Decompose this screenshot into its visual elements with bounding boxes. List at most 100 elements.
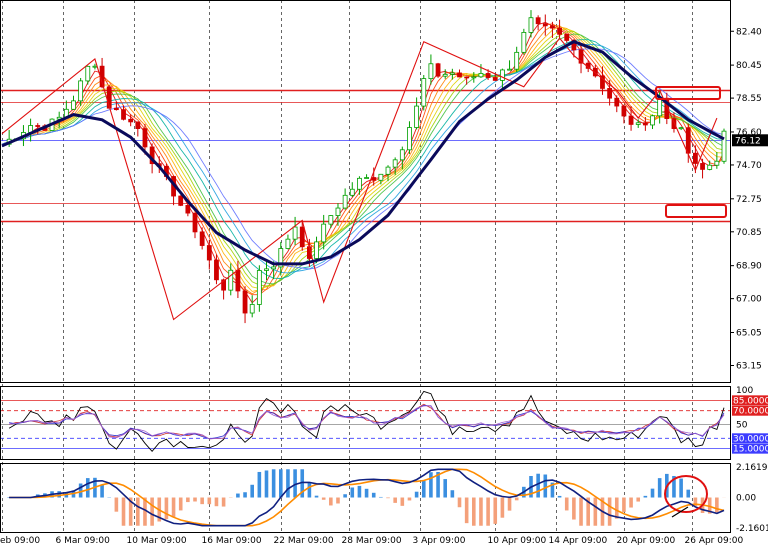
candle-body	[428, 63, 434, 79]
candle-body	[485, 73, 491, 78]
osc-tick-label: 50	[736, 421, 748, 431]
macd-histogram-bar	[472, 497, 476, 526]
macd-histogram-bar	[379, 496, 383, 498]
x-tick-label: eb 09:00	[0, 536, 40, 546]
macd-histogram-bar	[443, 479, 448, 498]
macd-histogram-bar	[614, 497, 619, 519]
candle-body	[371, 177, 377, 181]
candle-body	[693, 152, 698, 164]
candle-body	[192, 212, 198, 233]
osc-level-label: 85.0000	[733, 396, 768, 406]
candle-body	[178, 195, 184, 206]
candle-body	[242, 290, 248, 314]
macd-histogram-bar	[178, 497, 183, 511]
candle-body	[650, 115, 655, 126]
candle-body	[628, 115, 634, 125]
macd-histogram-bar	[543, 474, 548, 498]
macd-histogram-bar	[121, 497, 126, 526]
candle-body	[478, 73, 484, 78]
macd-tick-label: 0.00	[736, 494, 756, 504]
ma-ribbon-line	[1, 43, 725, 274]
macd-histogram-bar	[486, 497, 490, 526]
candle-body	[621, 105, 627, 117]
candle-body	[378, 173, 384, 181]
macd-tick-label: -2.1601	[736, 524, 768, 534]
candle-body	[256, 270, 262, 305]
macd-histogram-bar	[264, 470, 269, 498]
macd-histogram-bar	[479, 497, 483, 526]
chart-canvas: 10085.000070.0000 50 30.000015.0000 2.1619…	[0, 0, 768, 546]
candle-body	[335, 207, 341, 216]
macd-histogram-bar	[457, 497, 462, 508]
candle-body	[714, 160, 720, 166]
candle-body	[357, 177, 362, 190]
macd-histogram-bar	[557, 495, 562, 498]
macd-histogram-bar	[221, 497, 226, 507]
candle-body	[71, 100, 76, 110]
macd-histogram-bar	[686, 489, 691, 498]
candle-body	[92, 65, 98, 68]
macd-histogram-bar	[429, 472, 433, 498]
macd-histogram-bar	[150, 497, 154, 526]
highlight-circle	[664, 475, 708, 513]
candle-body	[206, 245, 212, 261]
candle-body	[342, 194, 348, 209]
y-tick-label: 63.15	[736, 362, 762, 372]
macd-histogram-bar	[236, 493, 240, 498]
macd-histogram-bar	[214, 497, 219, 507]
highlight-box-lower	[665, 204, 727, 218]
candle-body	[128, 118, 134, 123]
macd-histogram-bar	[572, 497, 576, 520]
y-tick-label: 80.45	[736, 61, 762, 71]
candle-body	[685, 127, 691, 154]
candle-body	[614, 97, 620, 107]
macd-panel: 2.1619 0.00 -2.1601	[7, 463, 768, 534]
macd-histogram-bar	[343, 494, 347, 498]
macd-histogram-bar	[286, 469, 290, 498]
ma-ribbon-line	[1, 26, 725, 292]
macd-histogram-bar	[314, 495, 319, 498]
x-tick-label: 3 Apr 09:00	[413, 536, 466, 546]
macd-histogram-bar	[257, 471, 262, 498]
candle-body	[407, 127, 412, 151]
y-tick-label: 82.40	[736, 27, 762, 37]
x-tick-label: 14 Apr 09:00	[549, 536, 608, 546]
macd-histogram-bar	[622, 497, 626, 512]
macd-histogram-bar	[171, 497, 176, 518]
x-tick-label: 6 Mar 09:00	[56, 536, 111, 546]
macd-histogram-bar	[536, 473, 540, 498]
candle-body	[414, 105, 420, 128]
candle-body	[635, 122, 641, 125]
candle-body	[442, 73, 448, 77]
ma-ribbon-line	[1, 33, 725, 285]
macd-histogram-bar	[507, 497, 512, 511]
candle-body	[550, 25, 555, 29]
candle-body	[657, 97, 663, 117]
candle-body	[507, 68, 512, 71]
macd-histogram-bar	[307, 482, 312, 498]
macd-histogram-bar	[336, 497, 340, 504]
candle-body	[364, 177, 369, 179]
macd-histogram-bar	[636, 497, 641, 502]
macd-histogram-bar	[364, 488, 369, 498]
macd-histogram-bar	[193, 497, 197, 502]
macd-histogram-bar	[100, 484, 104, 498]
x-tick-label: 10 Mar 09:00	[127, 536, 187, 546]
osc-level-label: 15.0000	[733, 445, 768, 455]
macd-histogram-bar	[357, 485, 362, 498]
candle-body	[521, 32, 527, 53]
macd-histogram-bar	[414, 491, 419, 498]
macd-histogram-bar	[450, 490, 455, 498]
candle-body	[721, 130, 727, 162]
candle-body	[607, 88, 613, 99]
candle-body	[678, 127, 684, 130]
macd-histogram-bar	[464, 497, 469, 524]
macd-histogram-bar	[643, 495, 648, 498]
macd-histogram-bar	[243, 492, 247, 498]
candle-body	[328, 215, 334, 225]
macd-histogram-bar	[386, 497, 390, 499]
candle-body	[35, 125, 41, 127]
candle-body	[535, 17, 541, 25]
candle-body	[457, 72, 462, 78]
candle-body	[349, 188, 355, 196]
